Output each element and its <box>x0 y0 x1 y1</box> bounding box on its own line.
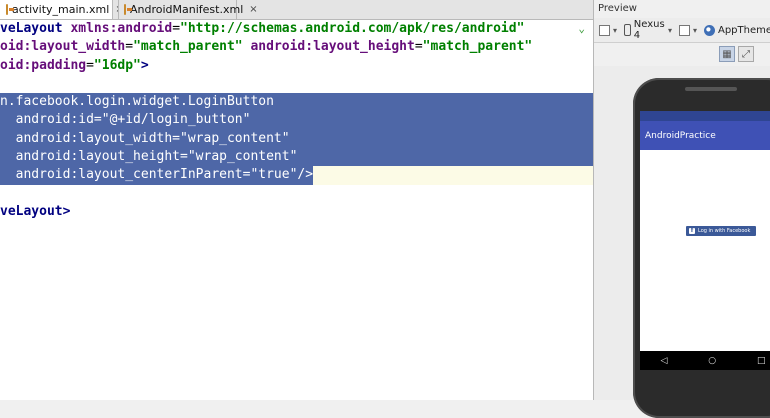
preview-zoom-toolbar: ▦ ⤢ <box>594 43 770 65</box>
xml-attr: oid:layout_width <box>0 39 126 55</box>
status-bar <box>640 111 770 121</box>
xml-attr: oid:padding <box>0 57 87 73</box>
layout-file-icon <box>599 24 610 36</box>
xml-file-icon <box>124 4 132 15</box>
tab-android-manifest[interactable]: AndroidManifest.xml × <box>118 0 258 19</box>
facebook-login-label: Log in with Facebook <box>698 228 751 234</box>
rotate-icon <box>678 24 690 36</box>
xml-value: "match_parent" <box>422 39 533 55</box>
code-line-selected: android:layout_height="wrap_content" <box>0 148 593 167</box>
chevron-down-icon: ▾ <box>613 25 618 35</box>
zoom-fit-button[interactable]: ▦ <box>719 46 735 62</box>
device-name: Nexus 4 <box>633 19 665 41</box>
xml-attr: android:layout_height <box>250 39 415 55</box>
theme-icon <box>703 24 715 36</box>
code-line: veLayout> <box>0 203 593 221</box>
theme-name: AppTheme <box>717 24 770 36</box>
code-line: oid:padding="16dp"> <box>0 57 149 73</box>
phone-icon <box>624 24 631 36</box>
close-icon[interactable]: × <box>249 4 257 15</box>
xml-tag: veLayout <box>0 203 63 219</box>
xml-value: "http://schemas.android.com/apk/res/andr… <box>180 21 525 36</box>
tab-label: activity_main.xml <box>12 3 110 16</box>
tab-label: AndroidManifest.xml <box>130 3 244 16</box>
facebook-icon: f <box>689 227 695 234</box>
action-bar: AndroidPractice <box>640 121 770 150</box>
code-lines: veLayout xmlns:android="http://schemas.a… <box>0 20 593 221</box>
zoom-actual-button[interactable]: ⤢ <box>738 46 754 62</box>
xml-bracket: > <box>140 57 149 73</box>
nav-bar: ◁ ○ □ <box>640 351 770 370</box>
orientation-button[interactable]: ▾ <box>677 20 699 40</box>
phone-screen: AndroidPractice f Log in with Facebook ◁… <box>640 111 770 370</box>
code-line: veLayout xmlns:android="http://schemas.a… <box>0 20 593 38</box>
code-line-caret: android:layout_centerInParent="true"/> <box>0 166 593 185</box>
code-editor[interactable]: veLayout xmlns:android="http://schemas.a… <box>0 20 593 400</box>
code-line-selected: n.facebook.login.widget.LoginButton <box>0 93 593 112</box>
code-line-selected: android:layout_width="wrap_content" <box>0 129 593 149</box>
grid-icon: ▦ <box>722 48 732 60</box>
xml-tag: veLayout <box>0 21 63 36</box>
back-icon[interactable]: ◁ <box>660 356 667 366</box>
layout-config-button[interactable]: ▾ <box>597 20 619 40</box>
xml-attr: xmlns:android <box>70 21 173 36</box>
xml-bracket: > <box>62 203 71 219</box>
fold-icon[interactable]: ⌄ <box>578 20 585 38</box>
theme-selector[interactable]: AppTheme <box>702 20 770 40</box>
app-title: AndroidPractice <box>645 130 716 141</box>
phone-frame: AndroidPractice f Log in with Facebook ◁… <box>633 78 770 418</box>
xml-value: "match_parent" <box>133 39 243 55</box>
preview-panel: Preview ▾ Nexus 4 ▾ ▾ AppTheme ▦ ⤢ Andro… <box>594 0 770 418</box>
xml-file-icon <box>6 4 14 15</box>
code-line-selected: android:id="@+id/login_button" <box>0 111 593 130</box>
preview-toolbar: ▾ Nexus 4 ▾ ▾ AppTheme <box>594 18 770 43</box>
chevron-down-icon: ▾ <box>692 25 697 35</box>
preview-canvas: AndroidPractice f Log in with Facebook ◁… <box>594 66 770 418</box>
chevron-down-icon: ▾ <box>667 25 672 35</box>
xml-value: "16dp" <box>93 57 141 73</box>
home-icon[interactable]: ○ <box>708 356 716 366</box>
zoom-icon: ⤢ <box>742 48 750 60</box>
phone-speaker <box>685 87 737 91</box>
device-selector[interactable]: Nexus 4 ▾ <box>622 19 674 41</box>
code-line: oid:layout_width="match_parent" android:… <box>0 39 533 55</box>
preview-title: Preview <box>598 3 637 14</box>
facebook-login-button[interactable]: f Log in with Facebook <box>686 226 756 236</box>
code-line-selected: android:layout_centerInParent="true"/> <box>0 166 314 185</box>
editor-tab-bar: activity_main.xml × AndroidManifest.xml … <box>0 0 593 20</box>
recents-icon[interactable]: □ <box>757 356 766 366</box>
tab-activity-main[interactable]: activity_main.xml × <box>0 0 124 19</box>
